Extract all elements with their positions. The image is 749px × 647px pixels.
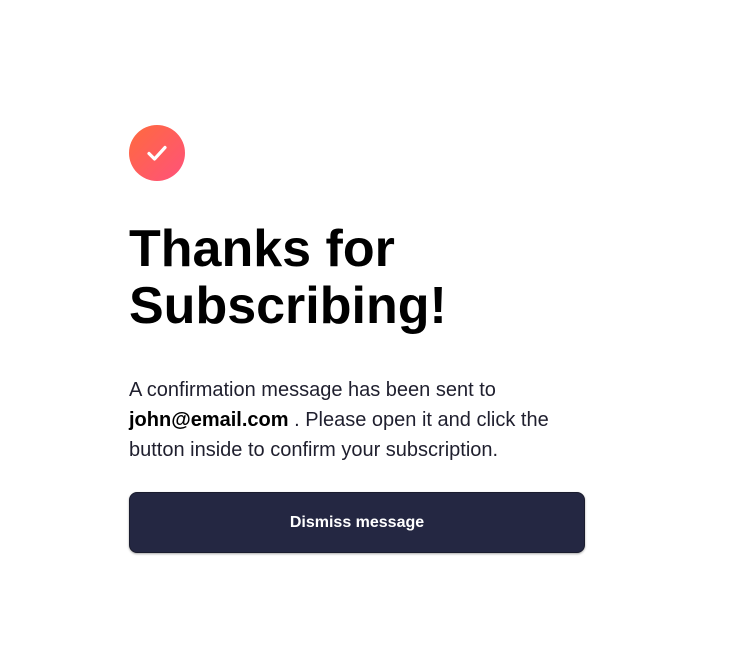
message-prefix: A confirmation message has been sent to (129, 379, 496, 401)
success-badge (129, 125, 185, 181)
success-card: Thanks for Subscribing! A confirmation m… (129, 125, 585, 553)
confirmation-message: A confirmation message has been sent to … (129, 375, 559, 465)
email-address: john@email.com (129, 409, 289, 431)
page-title: Thanks for Subscribing! (129, 220, 447, 335)
checkmark-icon (147, 145, 167, 161)
dismiss-message-button[interactable]: Dismiss message (129, 492, 585, 553)
